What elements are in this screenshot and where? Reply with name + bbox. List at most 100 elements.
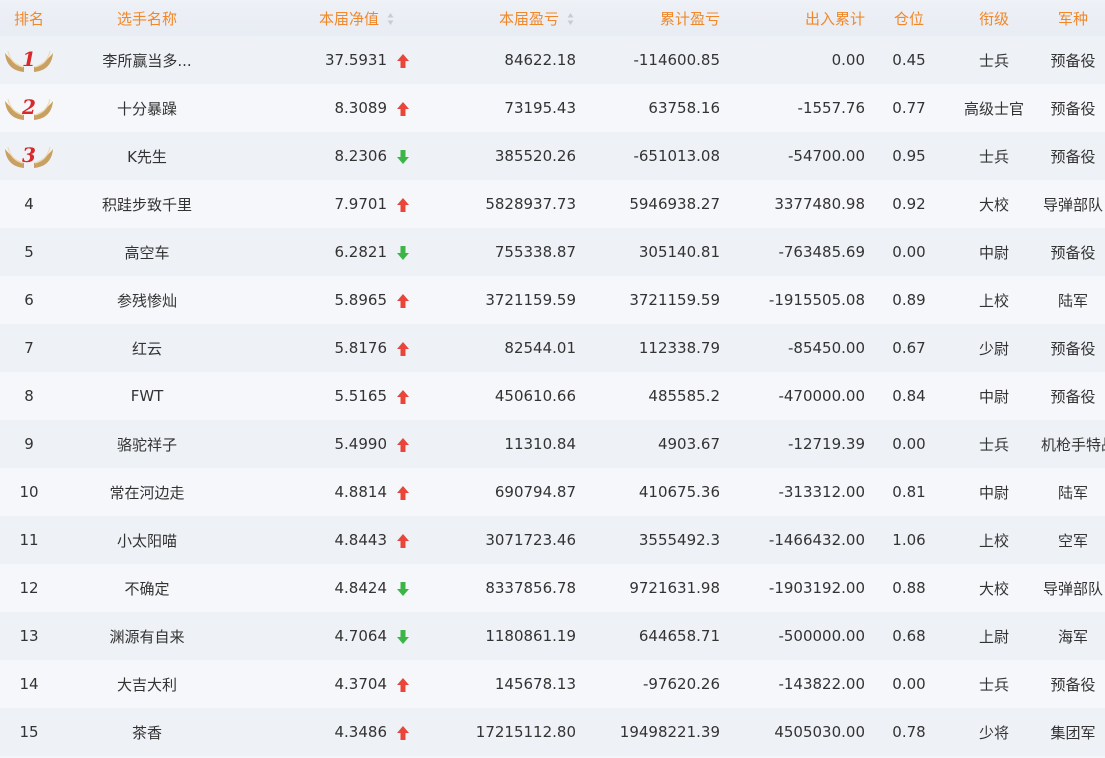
title-value: 上校 xyxy=(978,291,1009,310)
position-value: 0.67 xyxy=(892,339,926,357)
table-row[interactable]: 7 红云 5.8176 82544.01 112338.79 -85450.00… xyxy=(0,324,1105,372)
flow-value: -470000.00 xyxy=(778,387,865,405)
player-name[interactable]: 渊源有自来 xyxy=(58,612,236,660)
position-value: 0.95 xyxy=(892,147,926,165)
flow-value: -1466432.00 xyxy=(768,531,865,549)
rank-cell: 6 xyxy=(0,276,58,324)
nav-value: 4.3486 xyxy=(334,723,388,741)
nav-cell: 6.2821 xyxy=(236,228,426,276)
pnl-value: 17215112.80 xyxy=(475,723,576,741)
table-row[interactable]: 9 骆驼祥子 5.4990 11310.84 4903.67 -12719.39… xyxy=(0,420,1105,468)
pnl-value: 690794.87 xyxy=(494,483,576,501)
nav-value: 7.9701 xyxy=(334,195,388,213)
nav-cell: 4.8443 xyxy=(236,516,426,564)
nav-cell: 4.3704 xyxy=(236,660,426,708)
nav-value: 5.4990 xyxy=(334,435,388,453)
arrow-up-icon xyxy=(396,101,412,117)
col-header-cum-pnl: 累计盈亏 xyxy=(659,9,720,28)
rank-cell: 11 xyxy=(0,516,58,564)
table-row[interactable]: 12 不确定 4.8424 8337856.78 9721631.98 -190… xyxy=(0,564,1105,612)
player-name[interactable]: 不确定 xyxy=(58,564,236,612)
branch-value: 导弹部队 xyxy=(1042,579,1103,598)
player-name[interactable]: 小太阳喵 xyxy=(58,516,236,564)
player-name[interactable]: 参残惨灿 xyxy=(58,276,236,324)
title-value: 少尉 xyxy=(978,339,1009,358)
nav-value: 5.8965 xyxy=(334,291,388,309)
player-name[interactable]: 茶香 xyxy=(58,708,236,756)
nav-cell: 4.7064 xyxy=(236,612,426,660)
table-row[interactable]: 15 茶香 4.3486 17215112.80 19498221.39 450… xyxy=(0,708,1105,756)
player-name[interactable]: K先生 xyxy=(58,132,236,180)
svg-text:1: 1 xyxy=(22,47,36,71)
table-row[interactable]: 1 李所赢当多... 37.5931 84622.18 -114600.85 0… xyxy=(0,36,1105,84)
laurel-medal-icon: 1 xyxy=(3,45,55,75)
flow-value: -500000.00 xyxy=(778,627,865,645)
branch-value: 预备役 xyxy=(1050,147,1096,166)
rank-cell: 14 xyxy=(0,660,58,708)
rank-number: 5 xyxy=(24,243,34,261)
col-header-pnl-cell[interactable]: 本届盈亏 xyxy=(426,0,576,36)
col-header-rank: 排名 xyxy=(13,9,44,28)
position-value: 0.00 xyxy=(892,243,926,261)
table-row[interactable]: 6 参残惨灿 5.8965 3721159.59 3721159.59 -191… xyxy=(0,276,1105,324)
table-row[interactable]: 2 十分暴躁 8.3089 73195.43 63758.16 -1557.76… xyxy=(0,84,1105,132)
rank-cell: 12 xyxy=(0,564,58,612)
player-name[interactable]: 高空车 xyxy=(58,228,236,276)
player-name[interactable]: 红云 xyxy=(58,324,236,372)
title-value: 上校 xyxy=(978,531,1009,550)
flow-value: -85450.00 xyxy=(788,339,865,357)
position-value: 0.77 xyxy=(892,99,926,117)
cum-pnl-value: 3721159.59 xyxy=(629,291,720,309)
pnl-value: 8337856.78 xyxy=(485,579,576,597)
rank-cell: 8 xyxy=(0,372,58,420)
table-row[interactable]: 10 常在河边走 4.8814 690794.87 410675.36 -313… xyxy=(0,468,1105,516)
table-row[interactable]: 3 K先生 8.2306 385520.26 -651013.08 -54700… xyxy=(0,132,1105,180)
arrow-up-icon xyxy=(396,677,412,693)
rank-number: 8 xyxy=(24,387,34,405)
sort-icon[interactable] xyxy=(387,12,394,26)
col-header-name: 选手名称 xyxy=(116,9,177,28)
flow-value: -313312.00 xyxy=(778,483,865,501)
branch-value: 预备役 xyxy=(1050,51,1096,70)
pnl-value: 755338.87 xyxy=(494,243,576,261)
rank-number: 6 xyxy=(24,291,34,309)
table-header-row: 排名 选手名称 本届净值 本届盈亏 累计盈亏 出入累计 仓位 衔级 军种 xyxy=(0,0,1105,36)
branch-value: 海军 xyxy=(1057,627,1088,646)
nav-cell: 5.4990 xyxy=(236,420,426,468)
table-row[interactable]: 8 FWT 5.5165 450610.66 485585.2 -470000.… xyxy=(0,372,1105,420)
col-header-nav: 本届净值 xyxy=(318,9,379,28)
table-row[interactable]: 14 大吉大利 4.3704 145678.13 -97620.26 -1438… xyxy=(0,660,1105,708)
rank-number: 12 xyxy=(19,579,39,597)
rank-number: 7 xyxy=(24,339,34,357)
cum-pnl-value: 410675.36 xyxy=(638,483,720,501)
rank-number: 15 xyxy=(19,723,39,741)
branch-value: 陆军 xyxy=(1057,291,1088,310)
position-value: 1.06 xyxy=(892,531,926,549)
arrow-up-icon xyxy=(396,485,412,501)
cum-pnl-value: 644658.71 xyxy=(638,627,720,645)
player-name[interactable]: 积跬步致千里 xyxy=(58,180,236,228)
pnl-value: 84622.18 xyxy=(504,51,576,69)
table-row[interactable]: 13 渊源有自来 4.7064 1180861.19 644658.71 -50… xyxy=(0,612,1105,660)
player-name[interactable]: 大吉大利 xyxy=(58,660,236,708)
player-name[interactable]: 十分暴躁 xyxy=(58,84,236,132)
player-name[interactable]: 常在河边走 xyxy=(58,468,236,516)
rank-cell: 9 xyxy=(0,420,58,468)
table-row[interactable]: 11 小太阳喵 4.8443 3071723.46 3555492.3 -146… xyxy=(0,516,1105,564)
table-row[interactable]: 5 高空车 6.2821 755338.87 305140.81 -763485… xyxy=(0,228,1105,276)
arrow-down-icon xyxy=(396,149,412,165)
col-header-nav-cell[interactable]: 本届净值 xyxy=(236,0,426,36)
arrow-up-icon xyxy=(396,53,412,69)
arrow-up-icon xyxy=(396,197,412,213)
player-name[interactable]: 骆驼祥子 xyxy=(58,420,236,468)
player-name[interactable]: 李所赢当多... xyxy=(58,36,236,84)
position-value: 0.45 xyxy=(892,51,926,69)
title-value: 上尉 xyxy=(978,627,1009,646)
sort-icon[interactable] xyxy=(567,12,574,26)
pnl-value: 450610.66 xyxy=(494,387,576,405)
table-row[interactable]: 4 积跬步致千里 7.9701 5828937.73 5946938.27 33… xyxy=(0,180,1105,228)
nav-cell: 8.2306 xyxy=(236,132,426,180)
position-value: 0.88 xyxy=(892,579,926,597)
player-name[interactable]: FWT xyxy=(58,372,236,420)
arrow-up-icon xyxy=(396,437,412,453)
